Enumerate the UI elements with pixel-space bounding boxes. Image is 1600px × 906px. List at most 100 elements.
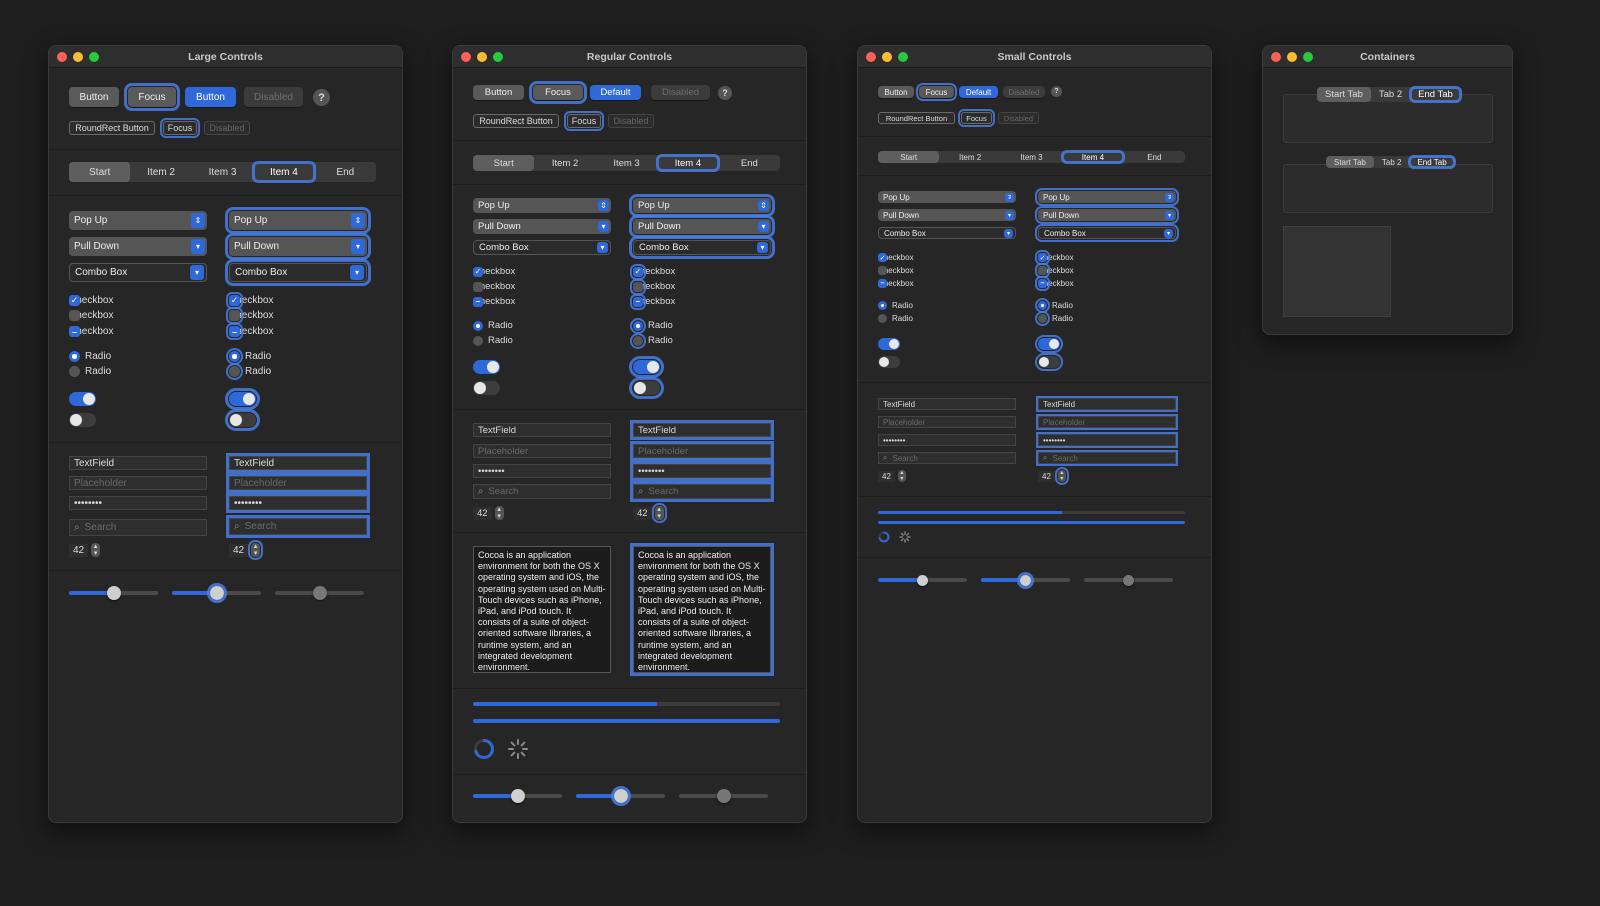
slider[interactable]: [473, 789, 562, 803]
slider-knob[interactable]: [1017, 571, 1034, 589]
segment-end[interactable]: End: [1124, 151, 1185, 163]
push-button[interactable]: Button: [69, 87, 119, 107]
checkbox-checked-focused[interactable]: ✓ Checkbox: [226, 292, 273, 309]
pulldown-button[interactable]: Pull Down ▾: [878, 209, 1016, 221]
switch-on[interactable]: [473, 360, 500, 374]
text-field-focused[interactable]: TextField: [1036, 396, 1178, 412]
checkbox-unchecked-focused[interactable]: Checkbox: [1035, 263, 1074, 278]
stepper[interactable]: 42 ▴ ▾: [473, 506, 504, 520]
slider-knob[interactable]: [106, 586, 121, 600]
switch-off[interactable]: [473, 381, 500, 395]
slider-focused[interactable]: [576, 786, 665, 806]
combo-box-focused[interactable]: Combo Box ▾: [629, 236, 775, 259]
placeholder-field-focused[interactable]: Placeholder: [1036, 414, 1178, 430]
stepper-focused[interactable]: 42 ▴ ▾: [633, 503, 667, 523]
slider-knob[interactable]: [917, 574, 928, 586]
roundrect-button[interactable]: RoundRect Button: [878, 112, 955, 124]
checkbox-unchecked-focused[interactable]: Checkbox: [630, 278, 675, 295]
switch-on-focused[interactable]: [629, 356, 664, 378]
combo-box[interactable]: Combo Box ▾: [473, 240, 611, 255]
checkbox-unchecked[interactable]: Checkbox: [878, 266, 914, 275]
checkbox-mixed-focused[interactable]: – Checkbox: [1035, 276, 1074, 291]
segment-start[interactable]: Start: [69, 162, 131, 182]
radio-unselected[interactable]: Radio: [878, 314, 913, 323]
radio-selected-focused[interactable]: Radio: [226, 348, 271, 365]
segment-item-2[interactable]: Item 2: [534, 155, 595, 171]
roundrect-focus-button[interactable]: Focus: [958, 109, 995, 127]
focus-button[interactable]: Focus: [124, 83, 180, 111]
switch-off[interactable]: [878, 356, 900, 368]
switch-on[interactable]: [69, 392, 96, 406]
radio-selected[interactable]: Radio: [69, 351, 111, 362]
default-button[interactable]: Button: [185, 87, 236, 107]
popup-button-focused[interactable]: Pop Up ⇕: [629, 194, 775, 217]
pulldown-button-focused[interactable]: Pull Down ▾: [1035, 206, 1179, 224]
tab-start[interactable]: Start Tab: [1326, 156, 1374, 168]
switch-on-focused[interactable]: [225, 388, 260, 410]
roundrect-focus-button[interactable]: Focus: [564, 111, 604, 131]
segment-item-3[interactable]: Item 3: [596, 155, 657, 171]
segment-start[interactable]: Start: [473, 155, 535, 171]
focus-button[interactable]: Focus: [529, 81, 587, 104]
placeholder-field[interactable]: Placeholder: [473, 444, 611, 458]
help-button[interactable]: ?: [718, 86, 732, 100]
text-view-focused[interactable]: Cocoa is an application environment for …: [630, 543, 774, 676]
search-field-focused[interactable]: ⌕ Search: [1036, 450, 1178, 466]
popup-button-focused[interactable]: Pop Up ⇕: [1035, 188, 1179, 206]
radio-selected[interactable]: Radio: [473, 320, 513, 331]
combo-box[interactable]: Combo Box ▾: [878, 227, 1016, 239]
tab-end[interactable]: End Tab: [1408, 155, 1456, 169]
stepper-focused[interactable]: 42 ▴ ▾: [229, 540, 264, 560]
search-field-focused[interactable]: ⌕ Search: [630, 481, 774, 502]
checkbox-mixed-focused[interactable]: – Checkbox: [226, 323, 273, 340]
segment-end[interactable]: End: [719, 155, 780, 171]
stepper-arrows-icon[interactable]: ▴ ▾: [248, 540, 264, 560]
segment-item-4[interactable]: Item 4: [252, 161, 316, 183]
radio-unselected[interactable]: Radio: [69, 366, 111, 377]
pulldown-button[interactable]: Pull Down ▾: [69, 237, 207, 256]
stepper-arrows-icon[interactable]: ▴ ▾: [651, 503, 667, 523]
roundrect-button[interactable]: RoundRect Button: [473, 114, 559, 128]
text-field[interactable]: TextField: [473, 423, 611, 437]
roundrect-focus-button[interactable]: Focus: [160, 118, 200, 138]
segment-start[interactable]: Start: [878, 151, 940, 163]
switch-off-focused[interactable]: [225, 409, 260, 431]
placeholder-field[interactable]: Placeholder: [69, 476, 207, 490]
pulldown-button[interactable]: Pull Down ▾: [473, 219, 611, 234]
segment-item-4[interactable]: Item 4: [1061, 150, 1125, 164]
password-field-focused[interactable]: ••••••••: [1036, 432, 1178, 448]
slider-focused[interactable]: [981, 571, 1070, 589]
search-field[interactable]: ⌕ Search: [878, 452, 1016, 464]
radio-selected-focused[interactable]: Radio: [630, 317, 673, 334]
slider-knob[interactable]: [610, 786, 631, 806]
password-field-focused[interactable]: ••••••••: [630, 461, 774, 481]
checkbox-unchecked[interactable]: Checkbox: [69, 310, 113, 321]
checkbox-unchecked-focused[interactable]: Checkbox: [226, 307, 273, 324]
popup-button[interactable]: Pop Up ⇕: [69, 211, 207, 230]
combo-box-focused[interactable]: Combo Box ▾: [225, 259, 371, 286]
stepper-arrows-icon[interactable]: ▴ ▾: [897, 470, 906, 482]
tab-2[interactable]: Tab 2: [1371, 87, 1410, 102]
password-field-focused[interactable]: ••••••••: [226, 493, 370, 513]
popup-button[interactable]: Pop Up ⇕: [878, 191, 1016, 203]
radio-unselected[interactable]: Radio: [473, 335, 513, 346]
switch-off[interactable]: [69, 413, 96, 427]
password-field[interactable]: ••••••••: [69, 496, 207, 510]
switch-on-focused[interactable]: [1035, 335, 1063, 353]
pulldown-button-focused[interactable]: Pull Down ▾: [629, 215, 775, 238]
tab-start[interactable]: Start Tab: [1317, 87, 1371, 102]
roundrect-button[interactable]: RoundRect Button: [69, 121, 155, 135]
stepper-focused[interactable]: 42 ▴ ▾: [1038, 467, 1069, 485]
stepper-arrows-icon[interactable]: ▴ ▾: [1054, 467, 1069, 485]
segment-item-3[interactable]: Item 3: [192, 162, 253, 182]
checkbox-unchecked[interactable]: Checkbox: [473, 281, 515, 292]
password-field[interactable]: ••••••••: [878, 434, 1016, 446]
segment-item-2[interactable]: Item 2: [939, 151, 1000, 163]
slider-focused[interactable]: [172, 583, 261, 603]
checkbox-mixed[interactable]: – Checkbox: [878, 279, 914, 288]
placeholder-field-focused[interactable]: Placeholder: [226, 473, 370, 493]
stepper-arrows-icon[interactable]: ▴ ▾: [91, 543, 101, 557]
help-button[interactable]: ?: [313, 89, 330, 106]
popup-button[interactable]: Pop Up ⇕: [473, 198, 611, 213]
checkbox-checked[interactable]: ✓ Checkbox: [878, 253, 914, 262]
